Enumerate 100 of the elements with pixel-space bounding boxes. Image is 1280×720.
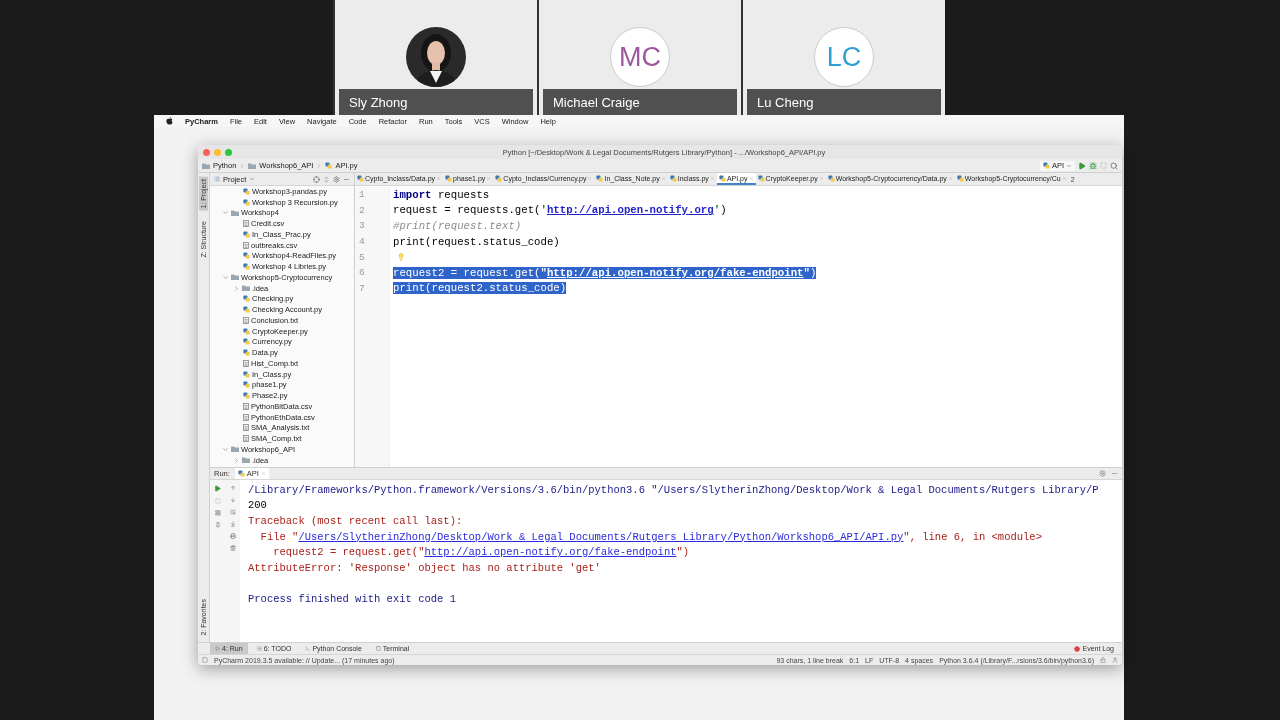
python-file-icon [243,370,250,378]
python-file-icon [243,338,250,346]
project-view-icon [214,176,220,182]
close-icon[interactable] [748,175,754,181]
console-line: Process finished with exit code 1 [248,592,456,605]
locate-icon[interactable] [313,175,320,183]
python-file-icon [243,381,250,389]
close-icon[interactable] [947,175,953,181]
breadcrumb-separator-icon [239,162,246,169]
console-line: 200 [248,499,267,512]
python-file-icon [1042,162,1050,169]
close-icon[interactable] [660,175,666,181]
apple-logo-icon[interactable] [166,117,173,125]
text-file-icon [243,359,249,367]
text-file-icon [243,402,249,410]
python-file-icon [243,327,250,335]
python-file-icon [596,174,604,182]
code-line: print(request.status_code) [393,235,560,248]
line-number: 1 [358,188,366,203]
console-line: File "/Users/SlytherinZhong/Desktop/Work & Legal Documents/Rutgers Library/Python/Workshop6_API/API.py", line 6, in <module> [259,530,1042,543]
code-line: #print(request.text) [393,220,522,232]
print-icon[interactable] [229,533,236,539]
python-file-icon [243,392,250,400]
text-file-icon [243,241,249,249]
line-number: 3 [358,219,366,234]
line-number: 4 [358,235,366,250]
python-file-icon [445,174,453,182]
python-file-icon [243,252,250,260]
hide-icon[interactable] [1111,470,1118,477]
console-line: AttributeError: 'Response' object has no attribute 'get' [248,561,601,574]
participant-name: Sly Zhong [339,89,533,115]
python-file-icon [243,306,250,314]
python-file-icon [243,230,250,238]
folder-icon [231,209,239,216]
folder-icon [248,162,257,169]
text-file-icon [243,316,249,324]
folder-icon [202,162,210,169]
python-file-icon [243,187,250,195]
close-icon[interactable] [709,175,715,181]
python-file-icon [357,174,364,182]
collapse-icon[interactable] [323,175,330,183]
console-line: Traceback (most recent call last): [248,515,463,527]
breadcrumb-separator-icon [316,162,323,169]
close-icon[interactable] [436,175,442,181]
close-icon[interactable] [260,471,266,476]
python-file-icon [243,263,250,271]
stop-icon[interactable] [1100,162,1107,169]
close-icon[interactable] [818,175,824,181]
up-arrow-icon[interactable] [229,485,236,491]
python-file-icon [325,162,333,169]
text-file-icon [243,424,249,432]
close-icon[interactable] [486,175,492,181]
alert-icon [1074,645,1081,652]
settings-icon[interactable] [1099,470,1106,477]
line-number: 5 [358,250,366,265]
zoom-window-button[interactable] [225,148,232,156]
python-file-icon [243,198,250,206]
python-file-icon [669,174,677,182]
close-icon[interactable] [1061,175,1067,181]
python-file-icon [495,174,503,182]
list-icon [256,646,262,651]
code-line: import requests [393,188,490,201]
line-number: 2 [358,203,366,218]
run-icon[interactable] [1078,161,1086,170]
close-icon[interactable] [587,175,593,181]
run-icon [215,646,220,651]
text-file-icon [243,435,249,443]
stop-icon[interactable] [214,498,221,504]
console-icon [305,646,311,651]
python-file-icon [718,174,726,182]
line-number: 7 [358,281,366,296]
close-window-button[interactable] [203,148,210,156]
console-line: /Library/Frameworks/Python.framework/Versions/3.6/bin/python3.6 "/Users/SlytherinZhong/Desktop/Work & Legal Documents/Rutgers Library/P [248,483,1099,496]
scroll-to-end-icon[interactable] [229,521,236,527]
line-number: 6 [358,266,366,281]
participant-name: Lu Cheng [747,89,941,115]
lock-icon[interactable] [1100,657,1106,663]
search-icon[interactable] [1110,161,1118,170]
initials-avatar: LC [814,27,874,87]
text-file-icon [243,220,249,228]
participant-name: Michael Craige [543,89,737,115]
console-line: request2 = request.get("http://api.open-notify.org/fake-endpoint") [272,546,690,559]
text-file-icon [243,413,249,421]
debug-icon[interactable] [1089,161,1097,170]
python-file-icon [827,174,835,182]
dropdown-caret-icon [249,176,256,182]
dropdown-caret-icon [1066,162,1072,169]
soft-wrap-icon[interactable] [229,509,236,515]
code-line: request = requests.get('http://api.open-notify.org') [393,204,727,217]
minimize-window-button[interactable] [214,148,221,156]
python-file-icon [956,174,964,182]
settings-icon[interactable] [333,175,340,183]
python-file-icon [243,349,250,357]
rerun-icon[interactable] [214,485,221,492]
lightbulb-icon [397,253,405,262]
python-file-icon [237,470,245,477]
layout-icon[interactable] [214,510,221,516]
down-arrow-icon[interactable] [229,497,236,503]
trash-icon[interactable] [229,545,236,551]
python-file-icon [757,174,765,182]
